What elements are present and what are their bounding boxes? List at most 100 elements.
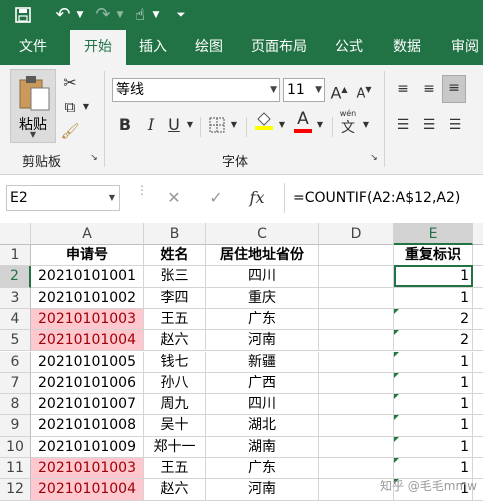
font-name-box[interactable]: 等线 ▼ [112, 78, 280, 102]
align-top-icon[interactable]: ≡ [392, 77, 414, 101]
row-header[interactable]: 5 [0, 330, 31, 352]
column-header-a[interactable]: A [31, 223, 144, 245]
font-name-dropdown-icon[interactable]: ▼ [270, 79, 277, 101]
name-box[interactable]: E2 ▼ [6, 185, 120, 211]
format-painter-icon[interactable]: 🖌 [58, 119, 82, 143]
cell-empty[interactable] [319, 287, 394, 309]
cell-empty[interactable] [319, 351, 394, 373]
column-header-e[interactable]: E [394, 223, 473, 245]
cancel-icon[interactable]: ✕ [162, 186, 186, 210]
row-header[interactable]: 3 [0, 287, 31, 309]
cell-name[interactable]: 王五 [144, 308, 206, 331]
redo-dropdown-icon[interactable]: ▼ [114, 0, 126, 30]
header-cell-flag[interactable]: 重复标识 [394, 245, 473, 267]
enter-icon[interactable]: ✓ [204, 186, 228, 210]
header-cell-province[interactable]: 居住地址省份 [206, 245, 319, 267]
cell-id[interactable]: 20210101004 [31, 330, 144, 352]
copy-icon[interactable]: ⧉ [58, 95, 82, 119]
underline-button[interactable]: U [164, 113, 184, 137]
cell-flag[interactable]: 1 [394, 351, 473, 373]
cell-province[interactable]: 四川 [206, 394, 319, 416]
cell-name[interactable]: 张三 [144, 266, 206, 288]
tab-file[interactable]: 文件 [8, 30, 58, 65]
row-header[interactable]: 9 [0, 415, 31, 437]
font-color-icon[interactable]: A [292, 109, 314, 141]
cell-province[interactable]: 新疆 [206, 351, 319, 373]
align-left-icon[interactable]: ☰ [392, 113, 414, 137]
tab-data[interactable]: 数据 [384, 30, 430, 65]
cell-name[interactable]: 李四 [144, 287, 206, 309]
tab-formulas[interactable]: 公式 [326, 30, 372, 65]
cell-empty[interactable] [473, 351, 483, 373]
cell-id[interactable]: 20210101003 [31, 458, 144, 480]
fill-color-icon[interactable] [252, 109, 276, 141]
font-color-dropdown-icon[interactable]: ▼ [314, 113, 326, 137]
cell-empty[interactable] [473, 308, 483, 331]
cell-id[interactable]: 20210101007 [31, 394, 144, 416]
formula-bar-grip-icon[interactable]: ⋮ [136, 184, 148, 209]
row-header[interactable]: 7 [0, 372, 31, 395]
column-header-f[interactable] [473, 223, 483, 245]
cell-province[interactable]: 河南 [206, 330, 319, 352]
cell-flag[interactable]: 1 [394, 415, 473, 437]
row-header[interactable]: 1 [0, 245, 31, 267]
cell-id[interactable]: 20210101003 [31, 308, 144, 331]
clipboard-launcher-icon[interactable]: ↘ [88, 151, 100, 165]
save-icon[interactable] [10, 0, 36, 33]
tab-draw[interactable]: 绘图 [186, 30, 232, 65]
copy-dropdown-icon[interactable]: ▼ [80, 95, 92, 119]
customize-icon[interactable]: ⏷ [174, 0, 188, 30]
cell-id[interactable]: 20210101008 [31, 415, 144, 437]
row-header[interactable]: 6 [0, 351, 31, 373]
cell-empty[interactable] [319, 266, 394, 288]
row-header[interactable]: 11 [0, 458, 31, 480]
row-header[interactable]: 2 [0, 266, 31, 288]
shrink-font-icon[interactable]: A▼ [354, 78, 374, 106]
tab-page-layout[interactable]: 页面布局 [244, 30, 314, 65]
cell-name[interactable]: 钱七 [144, 351, 206, 373]
font-launcher-icon[interactable]: ↘ [368, 151, 380, 165]
cell-empty[interactable] [319, 308, 394, 331]
borders-icon[interactable] [206, 113, 228, 141]
cell-empty[interactable] [319, 394, 394, 416]
cell-id[interactable]: 20210101002 [31, 287, 144, 309]
font-size-dropdown-icon[interactable]: ▼ [315, 79, 322, 101]
cell-empty[interactable] [319, 415, 394, 437]
undo-dropdown-icon[interactable]: ▼ [74, 0, 86, 30]
cell-empty[interactable] [319, 436, 394, 458]
insert-function-icon[interactable]: fx [244, 186, 270, 210]
cell-id[interactable]: 20210101005 [31, 351, 144, 373]
phonetic-dropdown-icon[interactable]: ▼ [360, 113, 372, 137]
phonetic-guide-icon[interactable]: wén 文 [336, 107, 360, 135]
cell-empty[interactable] [473, 394, 483, 416]
tab-review[interactable]: 审阅 [442, 30, 483, 65]
italic-button[interactable]: I [140, 113, 162, 137]
cell-flag[interactable]: 2 [394, 308, 473, 331]
borders-dropdown-icon[interactable]: ▼ [228, 113, 240, 137]
cell-name[interactable]: 王五 [144, 458, 206, 480]
cell-flag[interactable]: 1 [394, 287, 473, 309]
cell-province[interactable]: 河南 [206, 479, 319, 501]
tab-insert[interactable]: 插入 [130, 30, 176, 65]
name-box-dropdown-icon[interactable]: ▼ [109, 186, 115, 210]
cell-empty[interactable] [473, 436, 483, 458]
align-middle-icon[interactable]: ≡ [418, 77, 440, 101]
undo-icon[interactable]: ↶ [52, 0, 74, 30]
cell-flag[interactable]: 1 [394, 436, 473, 458]
cell-name[interactable]: 吴十 [144, 415, 206, 437]
paste-button[interactable]: 粘贴 ▼ [10, 69, 56, 143]
font-size-box[interactable]: 11 ▼ [283, 78, 325, 102]
cell-name[interactable]: 赵六 [144, 330, 206, 352]
header-cell-name[interactable]: 姓名 [144, 245, 206, 267]
cell-id[interactable]: 20210101009 [31, 436, 144, 458]
column-header-d[interactable]: D [319, 223, 394, 245]
row-header[interactable]: 10 [0, 436, 31, 458]
header-cell-empty[interactable] [319, 245, 394, 267]
header-cell-id[interactable]: 申请号 [31, 245, 144, 267]
cell-empty[interactable] [473, 287, 483, 309]
row-header[interactable]: 4 [0, 308, 31, 331]
row-header[interactable]: 8 [0, 394, 31, 416]
cell-flag[interactable]: 1 [394, 266, 473, 288]
align-right-icon[interactable]: ☰ [444, 113, 466, 137]
cell-province[interactable]: 广西 [206, 372, 319, 395]
